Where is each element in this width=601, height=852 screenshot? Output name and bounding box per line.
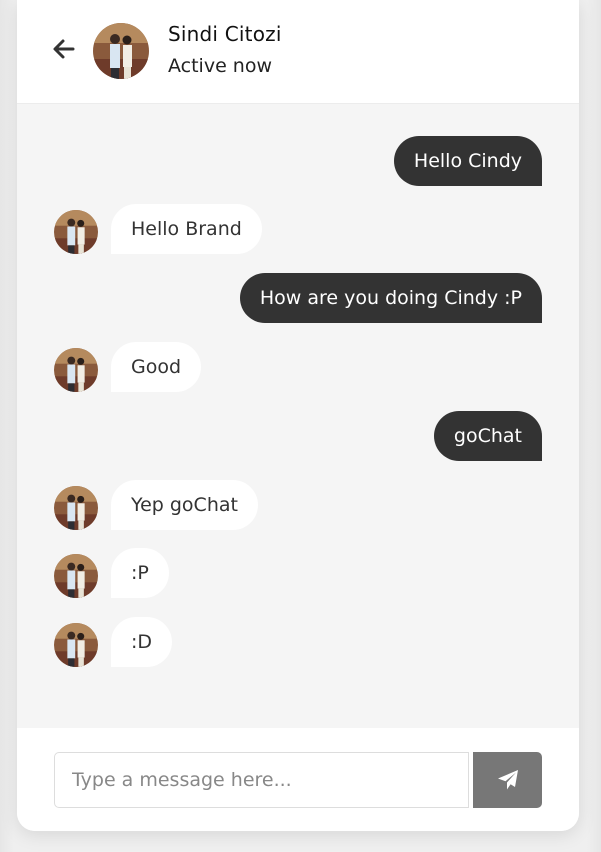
arrow-left-icon	[53, 39, 75, 59]
incoming-message: Hello Brand	[111, 204, 262, 254]
outgoing-message: Hello Cindy	[393, 136, 542, 186]
sender-avatar	[54, 623, 98, 667]
paper-plane-icon	[497, 770, 518, 790]
message-composer	[17, 728, 579, 831]
sender-avatar	[54, 486, 98, 530]
incoming-message: :P	[111, 548, 169, 598]
outgoing-message: How are you doing Cindy :P	[239, 273, 542, 323]
incoming-message: Good	[111, 342, 202, 392]
sender-avatar	[54, 348, 98, 392]
contact-avatar[interactable]	[93, 23, 149, 79]
incoming-message: :D	[111, 617, 173, 667]
message-list: Hello Cindy Hello Brand How are you doin…	[17, 104, 579, 728]
chat-header: Sindi Citozi Active now	[17, 0, 579, 104]
back-button[interactable]	[51, 36, 77, 62]
chat-window: Sindi Citozi Active now Hello Cindy Hell…	[17, 0, 579, 831]
send-button[interactable]	[473, 752, 542, 808]
page-background: Sindi Citozi Active now Hello Cindy Hell…	[0, 0, 601, 852]
outgoing-message: goChat	[433, 411, 542, 461]
contact-name: Sindi Citozi	[168, 22, 282, 46]
contact-status: Active now	[168, 55, 273, 77]
sender-avatar	[54, 554, 98, 598]
sender-avatar	[54, 210, 98, 254]
message-input[interactable]	[54, 752, 469, 808]
incoming-message: Yep goChat	[111, 480, 258, 530]
